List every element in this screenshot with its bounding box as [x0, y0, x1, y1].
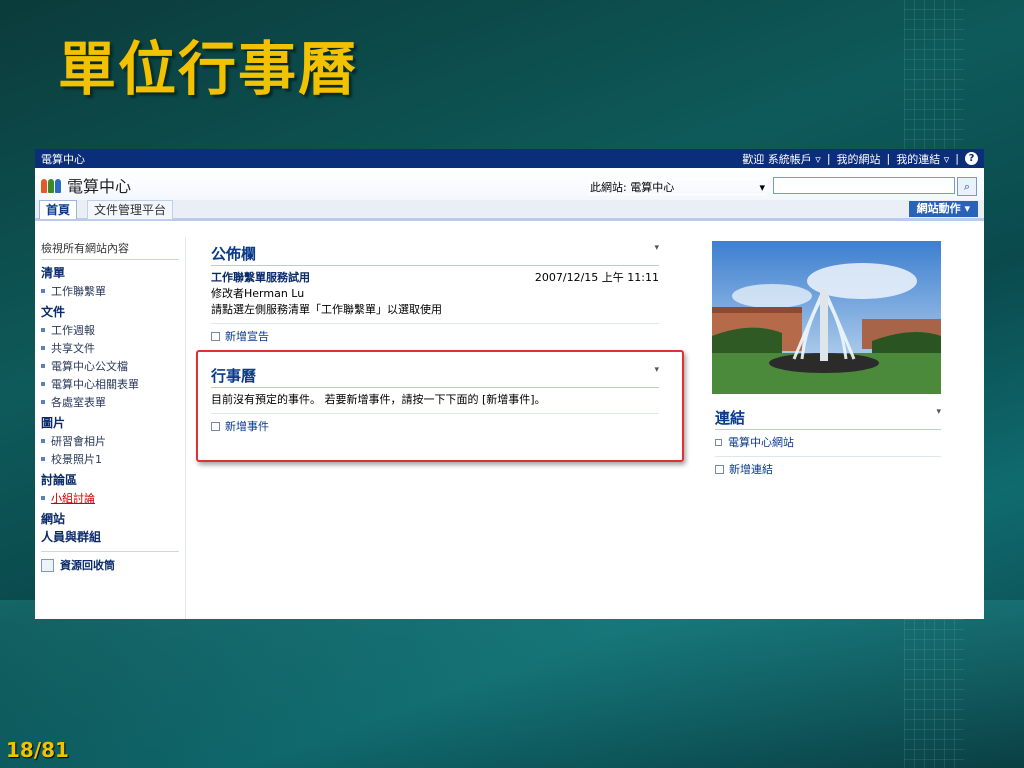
campus-photo [712, 241, 941, 394]
announcements-webpart: 公佈欄 ▾ 工作聯繫單服務試用 2007/12/15 上午 11:11 修改者H… [211, 243, 659, 344]
separator: | [955, 152, 959, 165]
bullet-icon [715, 438, 722, 446]
chevron-down-icon[interactable]: ▾ [936, 407, 941, 428]
site-title[interactable]: 電算中心 [41, 173, 131, 197]
announcement-item: 工作聯繫單服務試用 2007/12/15 上午 11:11 [211, 269, 659, 285]
nav-header-documents[interactable]: 文件 [41, 303, 179, 320]
webpart-header: 公佈欄 ▾ [211, 243, 659, 266]
nav-header-lists[interactable]: 清單 [41, 264, 179, 281]
nav-item[interactable]: 電算中心公文檔 [41, 358, 179, 374]
bullet-icon [41, 346, 45, 350]
help-icon[interactable]: ? [965, 152, 978, 165]
nav-item[interactable]: 各處室表單 [41, 394, 179, 410]
announcements-title[interactable]: 公佈欄 [211, 243, 256, 264]
top-navigation: 首頁 文件管理平台 網站動作 ▾ [35, 200, 984, 221]
search-scope-select[interactable]: 此網站: 電算中心 ▾ [589, 179, 766, 195]
nav-item[interactable]: 校景照片1 [41, 451, 179, 467]
background-glow [0, 600, 1024, 768]
link-item[interactable]: 電算中心網站 [715, 434, 941, 450]
chevron-down-icon: ▾ [759, 180, 765, 194]
search-icon[interactable]: ⌕ [957, 177, 977, 196]
links-webpart: 連結 ▾ 電算中心網站 新增連結 [715, 407, 941, 477]
slide-title: 單位行事曆 [58, 35, 359, 103]
tab-home[interactable]: 首頁 [39, 200, 78, 219]
add-link-link[interactable]: 新增連結 [715, 456, 941, 477]
nav-item-selected[interactable]: 小組討論 [41, 490, 179, 506]
top-bar: 電算中心 歡迎 系統帳戶 ▿ | 我的網站 | 我的連結 ▿ | ? [35, 149, 984, 168]
add-icon [715, 464, 724, 474]
nav-item[interactable]: 電算中心相關表單 [41, 376, 179, 392]
view-all-content-link[interactable]: 檢視所有網站內容 [41, 240, 179, 260]
tab-document-platform[interactable]: 文件管理平台 [87, 200, 174, 220]
add-announcement-link[interactable]: 新增宣告 [211, 323, 659, 344]
search-scope-label: 此網站: 電算中心 [590, 181, 675, 194]
site-header: 電算中心 此網站: 電算中心 ▾ ⌕ [35, 168, 984, 200]
nav-item[interactable]: 研習會相片 [41, 433, 179, 449]
separator: | [886, 152, 891, 165]
highlight-box [196, 350, 684, 462]
topbar-site-name[interactable]: 電算中心 [41, 151, 85, 167]
chevron-down-icon[interactable]: ▾ [654, 243, 659, 264]
my-site-link[interactable]: 我的網站 [837, 151, 881, 167]
bullet-icon [41, 400, 45, 404]
webpart-header: 連結 ▾ [715, 407, 941, 430]
search-input[interactable] [773, 177, 955, 194]
recycle-bin-icon [41, 558, 54, 572]
bullet-icon [41, 289, 45, 293]
bullet-icon [41, 457, 45, 461]
announcement-title[interactable]: 工作聯繫單服務試用 [211, 269, 310, 285]
nav-header-discussions[interactable]: 討論區 [41, 471, 179, 488]
my-links-menu[interactable]: 我的連結 ▿ [896, 151, 949, 167]
bullet-icon [41, 328, 45, 332]
nav-header-pictures[interactable]: 圖片 [41, 414, 179, 431]
announcement-body: 請點選左側服務清單「工作聯繫單」以選取使用 [211, 303, 442, 316]
welcome-menu[interactable]: 歡迎 系統帳戶 ▿ [742, 151, 821, 167]
add-icon [211, 331, 220, 341]
separator: | [826, 152, 831, 165]
nav-item[interactable]: 共享文件 [41, 340, 179, 356]
bullet-icon [41, 496, 45, 500]
site-actions-button[interactable]: 網站動作 ▾ [908, 201, 978, 217]
page-number: 18/81 [6, 738, 69, 762]
modified-by: 修改者Herman Lu [211, 287, 305, 300]
nav-header-sites[interactable]: 網站 [41, 510, 179, 527]
nav-item[interactable]: 工作聯繫單 [41, 283, 179, 299]
bullet-icon [41, 364, 45, 368]
site-title-text: 電算中心 [67, 177, 132, 196]
nav-item[interactable]: 工作週報 [41, 322, 179, 338]
recycle-bin-link[interactable]: 資源回收筒 [41, 551, 179, 573]
quick-launch: 檢視所有網站內容 清單 工作聯繫單 文件 工作週報 共享文件 電算中心公文檔 電… [35, 237, 186, 619]
links-title[interactable]: 連結 [715, 407, 745, 428]
bullet-icon [41, 439, 45, 443]
announcement-date: 2007/12/15 上午 11:11 [534, 271, 659, 284]
nav-header-people[interactable]: 人員與群組 [41, 528, 179, 545]
bullet-icon [41, 382, 45, 386]
sharepoint-screenshot: 電算中心 歡迎 系統帳戶 ▿ | 我的網站 | 我的連結 ▿ | ? 電算中心 … [35, 149, 984, 619]
people-icon [41, 177, 61, 193]
